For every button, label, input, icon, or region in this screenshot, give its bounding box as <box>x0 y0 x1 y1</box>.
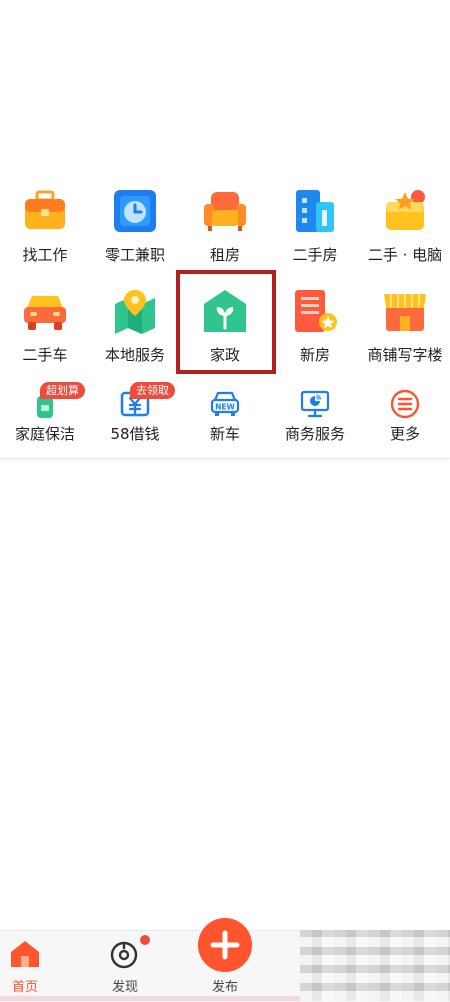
tab-discover[interactable]: 发现 <box>85 931 165 1002</box>
home-icon <box>10 940 40 972</box>
new-building-icon <box>292 288 338 334</box>
tab-label: 发布 <box>211 980 238 995</box>
menu-circle-icon <box>389 388 421 420</box>
grid-item-shops-offices[interactable]: 商铺写字楼 <box>360 286 450 376</box>
tab-label: 首页 <box>11 980 38 995</box>
grid-item-find-job[interactable]: 找工作 <box>0 186 90 276</box>
sofa-icon <box>202 188 248 234</box>
monitor-chart-icon <box>299 388 331 420</box>
grid-item-more[interactable]: 更多 <box>360 386 450 458</box>
grid-item-label: 租房 <box>209 246 240 264</box>
grid-item-label: 找工作 <box>22 246 68 264</box>
grid-item-58-loan[interactable]: 去领取 58借钱 <box>90 382 180 458</box>
car-icon <box>22 288 68 334</box>
grid-item-home-cleaning[interactable]: 超划算 家庭保洁 <box>0 382 90 458</box>
promo-badge: 去领取 <box>130 382 175 399</box>
promo-badge: 超划算 <box>40 382 85 399</box>
discover-icon <box>109 939 141 973</box>
tab-home[interactable]: 首页 <box>0 931 65 1002</box>
new-car-icon: NEW <box>209 388 241 420</box>
tab-publish[interactable]: 发布 <box>185 918 265 1002</box>
grid-item-label: 新房 <box>299 346 330 364</box>
box-star-icon <box>382 188 428 234</box>
grid-item-label: 二手房 <box>292 246 338 264</box>
grid-item-odd-jobs[interactable]: 零工兼职 <box>90 186 180 276</box>
grid-item-business-services[interactable]: 商务服务 <box>270 386 360 458</box>
grid-item-label: 本地服务 <box>104 346 165 364</box>
grid-item-used-car[interactable]: 二手车 <box>0 286 90 376</box>
blurred-region <box>300 930 450 1001</box>
storefront-icon <box>382 288 428 334</box>
new-car-icon-text: NEW <box>215 403 235 412</box>
grid-item-label: 商铺写字楼 <box>367 346 443 364</box>
map-pin-icon <box>112 288 158 334</box>
briefcase-icon <box>22 188 68 234</box>
plus-icon <box>198 918 252 972</box>
grid-item-local-services[interactable]: 本地服务 <box>90 286 180 376</box>
grid-item-second-hand-computer[interactable]: 二手 · 电脑 <box>360 186 450 276</box>
notification-dot <box>140 935 150 945</box>
highlight-frame <box>176 270 276 374</box>
building-icon <box>292 188 338 234</box>
bottom-edge-strip <box>0 996 300 1001</box>
grid-item-label: 二手 · 电脑 <box>367 246 443 264</box>
grid-item-new-car[interactable]: NEW 新车 <box>180 386 270 458</box>
grid-item-label: 商务服务 <box>284 425 345 443</box>
grid-item-label: 零工兼职 <box>104 246 165 264</box>
grid-item-label: 58借钱 <box>110 425 160 443</box>
grid-item-rent[interactable]: 租房 <box>180 186 270 276</box>
clock-icon <box>112 188 158 234</box>
grid-item-label: 家庭保洁 <box>14 425 75 443</box>
grid-item-new-house[interactable]: 新房 <box>270 286 360 376</box>
grid-item-label: 新车 <box>209 425 240 443</box>
grid-item-second-hand-house[interactable]: 二手房 <box>270 186 360 276</box>
grid-item-label: 更多 <box>389 425 420 443</box>
grid-item-label: 二手车 <box>22 346 68 364</box>
tab-label: 发现 <box>111 980 138 995</box>
